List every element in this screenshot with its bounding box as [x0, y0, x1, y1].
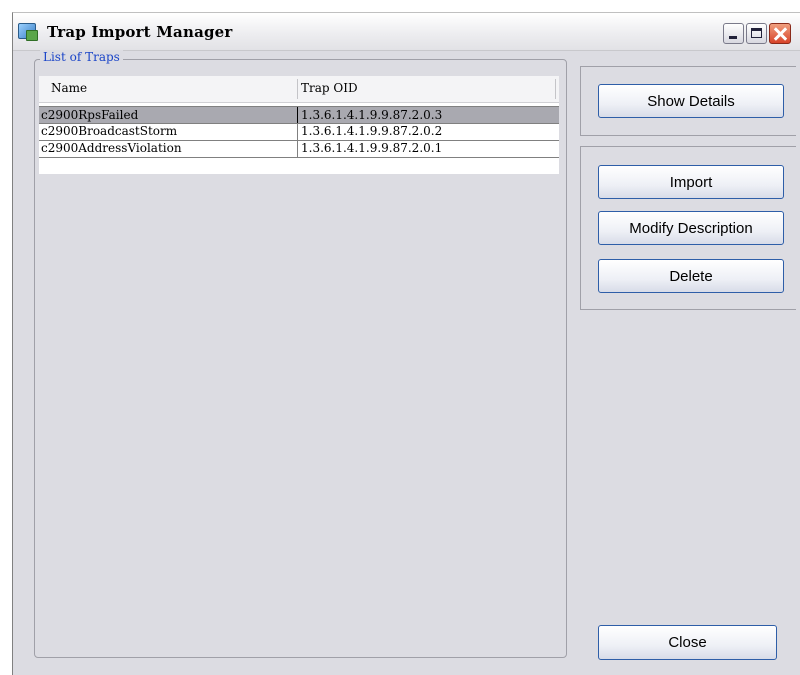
cell-trap-oid: 1.3.6.1.4.1.9.9.87.2.0.2 — [301, 124, 443, 138]
table-header: Name Trap OID — [39, 76, 559, 103]
title-bar[interactable]: Trap Import Manager — [13, 13, 800, 51]
cell-trap-oid: 1.3.6.1.4.1.9.9.87.2.0.1 — [301, 141, 443, 155]
close-button[interactable]: Close — [598, 625, 777, 660]
column-header-name[interactable]: Name — [51, 81, 87, 95]
table-row[interactable]: c2900AddressViolation 1.3.6.1.4.1.9.9.87… — [39, 140, 559, 158]
window-title: Trap Import Manager — [47, 23, 233, 41]
column-header-trap-oid[interactable]: Trap OID — [301, 81, 358, 95]
close-window-icon[interactable] — [769, 23, 791, 44]
cell-name: c2900BroadcastStorm — [41, 124, 178, 138]
cell-name: c2900RpsFailed — [41, 108, 139, 122]
column-divider[interactable] — [297, 79, 298, 99]
maximize-icon[interactable] — [746, 23, 767, 44]
table-row[interactable]: c2900RpsFailed 1.3.6.1.4.1.9.9.87.2.0.3 — [39, 106, 559, 125]
cell-trap-oid: 1.3.6.1.4.1.9.9.87.2.0.3 — [301, 108, 443, 122]
delete-button[interactable]: Delete — [598, 259, 784, 293]
minimize-icon[interactable] — [723, 23, 744, 44]
cell-divider — [297, 123, 298, 141]
traps-table[interactable]: Name Trap OID c2900RpsFailed 1.3.6.1.4.1… — [39, 76, 559, 174]
table-row[interactable]: c2900BroadcastStorm 1.3.6.1.4.1.9.9.87.2… — [39, 123, 559, 141]
group-label: List of Traps — [40, 50, 123, 65]
import-button[interactable]: Import — [598, 165, 784, 199]
show-details-button[interactable]: Show Details — [598, 84, 784, 118]
column-divider[interactable] — [555, 79, 556, 99]
cell-divider — [297, 140, 298, 158]
app-icon — [18, 23, 38, 41]
cell-name: c2900AddressViolation — [41, 141, 182, 155]
modify-description-button[interactable]: Modify Description — [598, 211, 784, 245]
